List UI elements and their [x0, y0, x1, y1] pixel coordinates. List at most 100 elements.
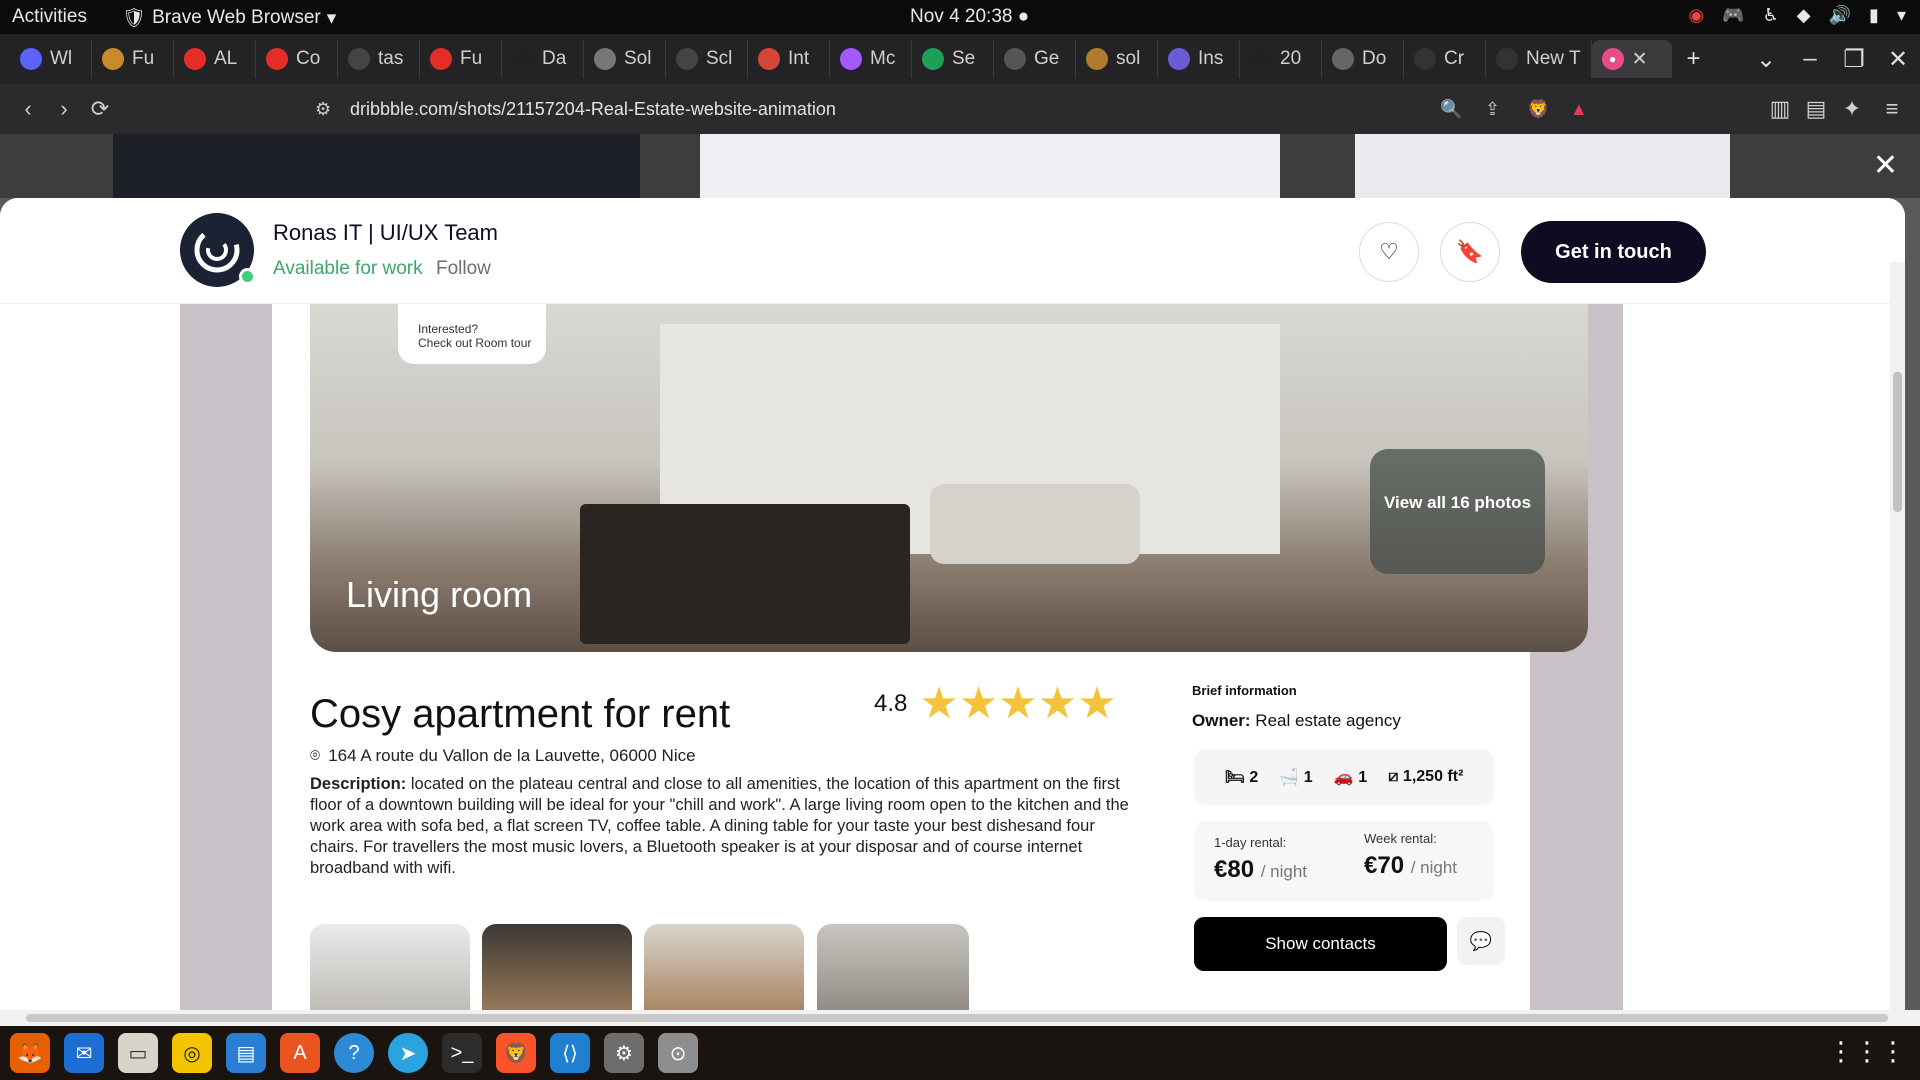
system-top-bar: Activities 🛡 Brave Web Browser ▾ Nov 4 2…	[0, 0, 1920, 34]
address-bar[interactable]: ⚙ dribbble.com/shots/21157204-Real-Estat…	[260, 90, 1617, 128]
area-value: 1,250 ft²	[1402, 768, 1464, 785]
minimize-button[interactable]: –	[1788, 45, 1832, 73]
thunderbird-icon[interactable]: ✉	[64, 1033, 104, 1073]
writer-icon[interactable]: ▤	[226, 1033, 266, 1073]
show-contacts-button[interactable]: Show contacts	[1194, 917, 1447, 971]
tab-favicon-icon	[1250, 48, 1272, 70]
tab[interactable]: tas	[338, 40, 420, 78]
available-for-work-link[interactable]: Available for work	[273, 258, 423, 280]
listing-title: Cosy apartment for rent	[310, 692, 731, 736]
tab[interactable]: Sol	[584, 40, 666, 78]
chevron-down-icon[interactable]: ▾	[1897, 5, 1906, 26]
get-in-touch-button[interactable]: Get in touch	[1521, 221, 1706, 283]
follow-button[interactable]: Follow	[436, 258, 491, 280]
reload-icon[interactable]: ⟳	[82, 96, 118, 122]
description-label: Description:	[310, 775, 407, 793]
firefox-icon[interactable]: 🦊	[10, 1033, 50, 1073]
tab[interactable]: Scl	[666, 40, 748, 78]
shot-modal: Ronas IT | UI/UX Team Available for work…	[0, 198, 1905, 1010]
rating: 4.8 ★★★★★	[874, 682, 1117, 726]
tab[interactable]: Ins	[1158, 40, 1240, 78]
vscode-icon[interactable]: ⟨⟩	[550, 1033, 590, 1073]
tab[interactable]: AL	[174, 40, 256, 78]
view-all-photos-button[interactable]: View all 16 photos	[1370, 449, 1545, 574]
rhythmbox-icon[interactable]: ◎	[172, 1033, 212, 1073]
tab-list-chevron-icon[interactable]: ⌄	[1744, 45, 1788, 74]
forward-icon[interactable]: ›	[46, 96, 82, 122]
save-button[interactable]: 🔖	[1440, 222, 1500, 282]
activities-button[interactable]: Activities	[12, 6, 87, 28]
clock[interactable]: Nov 4 20:38 ●	[910, 6, 1029, 28]
tab[interactable]: Int	[748, 40, 830, 78]
avatar[interactable]	[180, 213, 256, 287]
maximize-button[interactable]: ❐	[1832, 45, 1876, 74]
tab[interactable]: Mc	[830, 40, 912, 78]
tab[interactable]: Se	[912, 40, 994, 78]
close-modal-icon[interactable]: ✕	[1873, 148, 1898, 183]
tab[interactable]: Ge	[994, 40, 1076, 78]
horizontal-scrollbar[interactable]	[0, 1010, 1920, 1026]
gallery-thumbnail[interactable]	[482, 924, 632, 1010]
discord-icon[interactable]: 🎮	[1722, 5, 1744, 26]
gallery-thumbnail[interactable]	[310, 924, 470, 1010]
tab-favicon-icon	[1004, 48, 1026, 70]
battery-icon[interactable]: ▮	[1869, 5, 1879, 26]
scrollbar-thumb[interactable]	[1893, 372, 1902, 512]
studio-name[interactable]: Ronas IT | UI/UX Team	[273, 220, 498, 246]
volume-icon[interactable]: 🔊	[1829, 5, 1851, 26]
share-icon[interactable]: ⇪	[1485, 99, 1500, 120]
leo-icon[interactable]: ✦	[1834, 96, 1870, 122]
gallery-thumbnail[interactable]	[644, 924, 804, 1010]
dock: 🦊 ✉ ▭ ◎ ▤ A ? ➤ >_ 🦁 ⟨⟩ ⚙ ⊙ ⋮⋮⋮	[0, 1026, 1920, 1080]
tab[interactable]: Co	[256, 40, 338, 78]
tab[interactable]: New T	[1486, 40, 1592, 78]
like-button[interactable]: ♡	[1359, 222, 1419, 282]
screenshot-icon[interactable]: ⊙	[658, 1033, 698, 1073]
site-info-icon[interactable]: ⚙	[315, 99, 331, 120]
show-apps-icon[interactable]: ⋮⋮⋮	[1828, 1036, 1906, 1067]
zoom-icon[interactable]: 🔍	[1440, 99, 1462, 120]
brave-rewards-icon[interactable]: ▲	[1570, 99, 1588, 120]
app-menu[interactable]: 🛡 Brave Web Browser ▾	[122, 6, 336, 30]
tab[interactable]: sol	[1076, 40, 1158, 78]
tab[interactable]: Fu	[92, 40, 174, 78]
tab-close-icon[interactable]: ✕	[1632, 48, 1648, 71]
sidebar-icon[interactable]: ▥	[1762, 96, 1798, 122]
brave-icon[interactable]: 🦁	[496, 1033, 536, 1073]
url-text: dribbble.com/shots/21157204-Real-Estate-…	[350, 98, 836, 119]
vertical-scrollbar[interactable]	[1890, 262, 1905, 1010]
back-icon[interactable]: ‹	[10, 96, 46, 122]
tab[interactable]: 20	[1240, 40, 1322, 78]
tab[interactable]: Fu	[420, 40, 502, 78]
tab[interactable]: Wl	[10, 40, 92, 78]
new-tab-button[interactable]: +	[1672, 45, 1716, 73]
room-tour-bubble[interactable]: Interested? Check out Room tour	[398, 304, 546, 364]
tab[interactable]: Cr	[1404, 40, 1486, 78]
terminal-icon[interactable]: >_	[442, 1033, 482, 1073]
wallet-icon[interactable]: ▤	[1798, 96, 1834, 122]
menu-icon[interactable]: ≡	[1874, 96, 1910, 122]
files-icon[interactable]: ▭	[118, 1033, 158, 1073]
gallery-thumbnail[interactable]	[817, 924, 969, 1010]
tab-favicon-icon	[266, 48, 288, 70]
telegram-icon[interactable]: ➤	[388, 1033, 428, 1073]
wifi-icon[interactable]: ◆	[1797, 5, 1811, 26]
background-shot-thumbnail	[1355, 134, 1730, 198]
app-center-icon[interactable]: A	[280, 1033, 320, 1073]
settings-icon[interactable]: ⚙	[604, 1033, 644, 1073]
chrome-icon[interactable]: ◉	[1689, 5, 1705, 26]
accessibility-icon[interactable]: ♿	[1763, 5, 1779, 26]
close-window-button[interactable]: ✕	[1876, 45, 1920, 74]
scrollbar-thumb[interactable]	[26, 1014, 1888, 1022]
chat-button[interactable]: 💬	[1457, 917, 1505, 965]
brave-shields-icon[interactable]: 🦁	[1527, 99, 1549, 120]
star-icon: ★	[958, 679, 999, 728]
tab-active[interactable]: ● ✕	[1591, 40, 1672, 78]
tab-label: New T	[1526, 48, 1581, 69]
system-tray[interactable]: ◉ 🎮 ♿ ◆ 🔊 ▮ ▾	[1689, 5, 1907, 26]
tab[interactable]: Do	[1322, 40, 1404, 78]
rental-prices: 1-day rental: €80 / night Week rental: €…	[1194, 821, 1494, 901]
tab[interactable]: Da	[502, 40, 584, 78]
help-icon[interactable]: ?	[334, 1033, 374, 1073]
day-rental: 1-day rental: €80 / night	[1214, 835, 1307, 884]
